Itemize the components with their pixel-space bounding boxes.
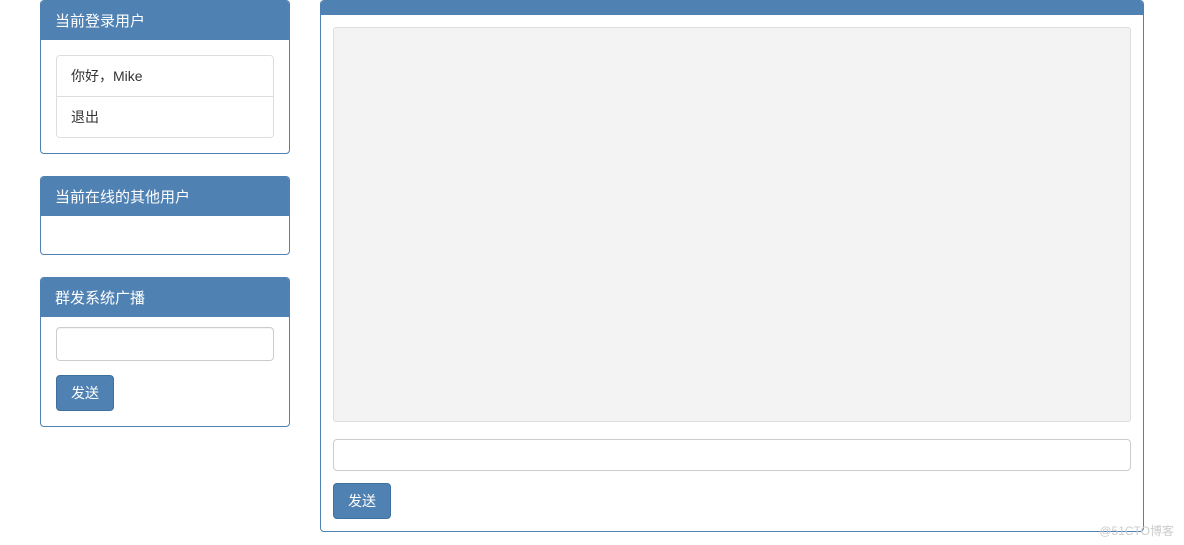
chat-input[interactable]: [333, 439, 1131, 471]
broadcast-send-button[interactable]: 发送: [56, 375, 114, 411]
current-user-panel: 当前登录用户 你好，Mike 退出: [40, 0, 290, 154]
chat-panel-header: [321, 1, 1143, 15]
online-users-body: [41, 216, 289, 254]
broadcast-input[interactable]: [56, 327, 274, 361]
online-users-panel-title: 当前在线的其他用户: [41, 177, 289, 216]
broadcast-panel-title: 群发系统广播: [41, 278, 289, 317]
logout-item[interactable]: 退出: [57, 97, 273, 137]
online-users-panel: 当前在线的其他用户: [40, 176, 290, 255]
chat-messages-area[interactable]: [333, 27, 1131, 422]
current-user-list: 你好，Mike 退出: [56, 55, 274, 138]
watermark: @51CTO博客: [1099, 522, 1174, 539]
chat-send-button[interactable]: 发送: [333, 483, 391, 519]
greeting-item[interactable]: 你好，Mike: [57, 56, 273, 97]
broadcast-panel: 群发系统广播 发送: [40, 277, 290, 427]
current-user-panel-title: 当前登录用户: [41, 1, 289, 40]
sidebar: 当前登录用户 你好，Mike 退出 当前在线的其他用户 群发系统广播 发送: [40, 0, 290, 532]
chat-panel: 发送: [320, 0, 1144, 532]
chat-panel-container: 发送: [320, 0, 1144, 532]
